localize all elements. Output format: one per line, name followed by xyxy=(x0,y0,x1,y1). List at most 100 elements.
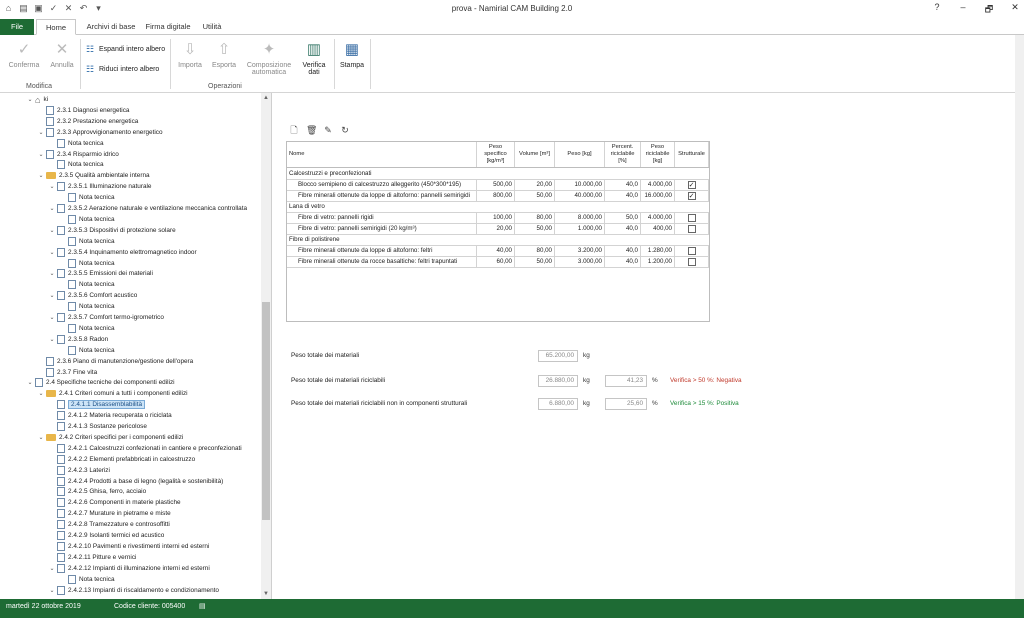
tree-item[interactable]: 2.4.2.2 Elementi prefabbricati in calces… xyxy=(48,454,195,465)
table-cell[interactable]: 40,0 xyxy=(605,180,641,191)
tree-item[interactable]: ⌄ 2.3.3 Approvvigionamento energetico xyxy=(37,127,163,138)
tree-item[interactable]: ⌄ 2.3.5.5 Emissioni dei materiali xyxy=(48,268,153,279)
refresh-icon[interactable]: ↻ xyxy=(340,125,350,135)
table-row[interactable]: Fibre minerali ottenute da loppe di alto… xyxy=(287,191,709,202)
table-cell[interactable]: 20,00 xyxy=(477,224,515,235)
peso-totale-field[interactable]: 65.200,00 xyxy=(538,350,578,362)
tree-item[interactable]: ⌄ 2.3.5.8 Radon xyxy=(48,334,108,345)
scroll-thumb[interactable] xyxy=(262,302,270,520)
table-cell[interactable]: Fibre di vetro: pannelli semirigidi (20 … xyxy=(287,224,477,235)
tree-item[interactable]: 2.4.2.1 Calcestruzzi confezionati in can… xyxy=(48,443,242,454)
column-header[interactable]: Strutturale xyxy=(675,142,709,167)
chevron-down-icon[interactable]: ⌄ xyxy=(48,336,56,343)
tree-item[interactable]: ⌄ 2.3.5.1 Illuminazione naturale xyxy=(48,181,152,192)
table-cell[interactable]: 8.000,00 xyxy=(555,213,605,224)
table-cell[interactable]: 4.000,00 xyxy=(641,213,675,224)
column-header[interactable]: Nome xyxy=(287,142,477,167)
composizione-button[interactable]: ✦ Composizione automatica xyxy=(242,41,296,76)
tree-item[interactable]: ⌄ 2.3.5.7 Comfort termo-igrometrico xyxy=(48,312,164,323)
conferma-button[interactable]: ✓ Conferma xyxy=(6,41,42,69)
tree-scrollbar[interactable]: ▲ ▼ xyxy=(261,93,271,599)
tree-item[interactable]: 2.4.2.3 Laterizi xyxy=(48,465,110,476)
tab-file[interactable]: File xyxy=(0,19,34,35)
tree-item[interactable]: 2.4.1.3 Sostanze pericolose xyxy=(48,421,147,432)
tree-item[interactable]: ⌄ 2.3.5.2 Aerazione naturale e ventilazio… xyxy=(48,203,247,214)
scroll-down-arrow-icon[interactable]: ▼ xyxy=(261,589,271,599)
tree-item[interactable]: 2.3.2 Prestazione energetica xyxy=(37,116,138,127)
tree-item[interactable]: ⌄ 2.3.5.3 Dispositivi di protezione solar… xyxy=(48,225,176,236)
chevron-down-icon[interactable]: ⌄ xyxy=(48,270,56,277)
non-strutturali-percent-field[interactable]: 25,60 xyxy=(605,398,647,410)
table-cell[interactable]: 50,00 xyxy=(515,191,555,202)
strutturale-checkbox[interactable]: ✓ xyxy=(687,192,696,200)
table-cell[interactable]: 80,00 xyxy=(515,246,555,257)
table-cell[interactable]: 1.000,00 xyxy=(555,224,605,235)
table-cell[interactable]: Fibre di vetro: pannelli rigidi xyxy=(287,213,477,224)
riduci-button[interactable]: ☷ Riduci intero albero xyxy=(86,64,159,74)
chevron-down-icon[interactable]: ⌄ xyxy=(48,292,56,299)
chevron-down-icon[interactable]: ⌄ xyxy=(37,151,45,158)
non-strutturali-field[interactable]: 6.880,00 xyxy=(538,398,578,410)
column-header[interactable]: Peso specifico [kg/m³] xyxy=(477,142,515,167)
tree-item[interactable]: Nota tecnica xyxy=(59,214,115,225)
tree-item[interactable]: 2.3.1 Diagnosi energetica xyxy=(37,105,129,116)
chevron-down-icon[interactable]: ⌄ xyxy=(26,96,34,103)
help-button[interactable]: ? xyxy=(932,2,942,18)
tree-item[interactable]: Nota tecnica xyxy=(59,323,115,334)
column-header[interactable]: Percent. riciclabile [%] xyxy=(605,142,641,167)
column-header[interactable]: Peso riciclabile [kg] xyxy=(641,142,675,167)
table-cell[interactable]: 50,00 xyxy=(515,257,555,268)
annulla-button[interactable]: ✕ Annulla xyxy=(46,41,78,69)
tree-item[interactable]: Nota tecnica xyxy=(59,258,115,269)
table-cell[interactable]: 40.000,00 xyxy=(555,191,605,202)
right-edge-scrollbar[interactable] xyxy=(1015,35,1024,599)
chevron-down-icon[interactable]: ⌄ xyxy=(37,390,45,397)
table-cell[interactable]: 4.000,00 xyxy=(641,180,675,191)
table-cell[interactable]: 1.200,00 xyxy=(641,257,675,268)
chevron-down-icon[interactable]: ⌄ xyxy=(48,565,56,572)
tree-item[interactable]: 2.4.2.8 Tramezzature e controsoffitti xyxy=(48,519,170,530)
restore-button[interactable]: 🗗 xyxy=(984,2,994,18)
importa-button[interactable]: ⇩ Importa xyxy=(174,41,206,69)
strutturale-checkbox[interactable] xyxy=(687,258,696,266)
table-cell[interactable]: 40,0 xyxy=(605,224,641,235)
tree-item[interactable]: ⌄ 2.3.5.4 Inquinamento elettromagnetico i… xyxy=(48,247,197,258)
table-cell[interactable]: 20,00 xyxy=(515,180,555,191)
tree-item[interactable]: 2.3.6 Piano di manutenzione/gestione del… xyxy=(37,356,193,367)
tree-item[interactable]: 2.4.2.7 Murature in pietrame e miste xyxy=(48,508,171,519)
strutturale-checkbox[interactable] xyxy=(687,214,696,222)
chevron-down-icon[interactable]: ⌄ xyxy=(37,129,45,136)
table-cell[interactable]: 800,00 xyxy=(477,191,515,202)
edit-icon[interactable]: ✎ xyxy=(323,125,333,135)
close-button[interactable]: ✕ xyxy=(1010,2,1020,18)
tree-item[interactable]: Nota tecnica xyxy=(59,279,115,290)
tree-item[interactable]: 2.4.1.2 Materia recuperata o riciclata xyxy=(48,410,172,421)
tree-item[interactable]: Nota tecnica xyxy=(48,159,104,170)
riciclabili-percent-field[interactable]: 41,23 xyxy=(605,375,647,387)
table-row[interactable]: Fibre di vetro: pannelli semirigidi (20 … xyxy=(287,224,709,235)
table-group-row[interactable]: Fibre di polistirene xyxy=(287,235,709,246)
tree-item[interactable]: ⌄ 2.4.2.12 Impianti di illuminazione inte… xyxy=(48,563,210,574)
tab-firma-digitale[interactable]: Firma digitale xyxy=(142,19,194,35)
tree-item[interactable]: 2.3.7 Fine vita xyxy=(37,367,97,378)
table-group-row[interactable]: Calcestruzzi e preconfezionati xyxy=(287,169,709,180)
table-cell[interactable]: 1.280,00 xyxy=(641,246,675,257)
chevron-down-icon[interactable]: ⌄ xyxy=(26,379,34,386)
chevron-down-icon[interactable]: ⌄ xyxy=(37,172,45,179)
table-row[interactable]: Blocco semipieno di calcestruzzo allegge… xyxy=(287,180,709,191)
chevron-down-icon[interactable]: ⌄ xyxy=(48,183,56,190)
table-cell[interactable]: 50,00 xyxy=(515,224,555,235)
verifica-dati-button[interactable]: ▥ Verifica dati xyxy=(298,41,330,76)
tree-item[interactable]: 2.4.2.5 Ghisa, ferro, acciaio xyxy=(48,486,146,497)
tree-item[interactable]: ⌄ 2.3.5 Qualità ambientale interna xyxy=(37,170,150,181)
chevron-down-icon[interactable]: ⌄ xyxy=(48,249,56,256)
tree-item[interactable]: ⌄ 2.4.2.13 Impianti di riscaldamento e co… xyxy=(48,585,219,596)
espandi-button[interactable]: ☷ Espandi intero albero xyxy=(86,44,165,54)
table-cell[interactable]: 10.000,00 xyxy=(555,180,605,191)
tree-item[interactable]: ⌄ 2.3.4 Risparmio idrico xyxy=(37,149,119,160)
esporta-button[interactable]: ⇧ Esporta xyxy=(208,41,240,69)
table-cell[interactable]: 40,0 xyxy=(605,191,641,202)
table-cell[interactable]: 50,0 xyxy=(605,213,641,224)
table-cell[interactable]: Fibre minerali ottenute da rocce basalti… xyxy=(287,257,477,268)
table-cell[interactable]: 500,00 xyxy=(477,180,515,191)
